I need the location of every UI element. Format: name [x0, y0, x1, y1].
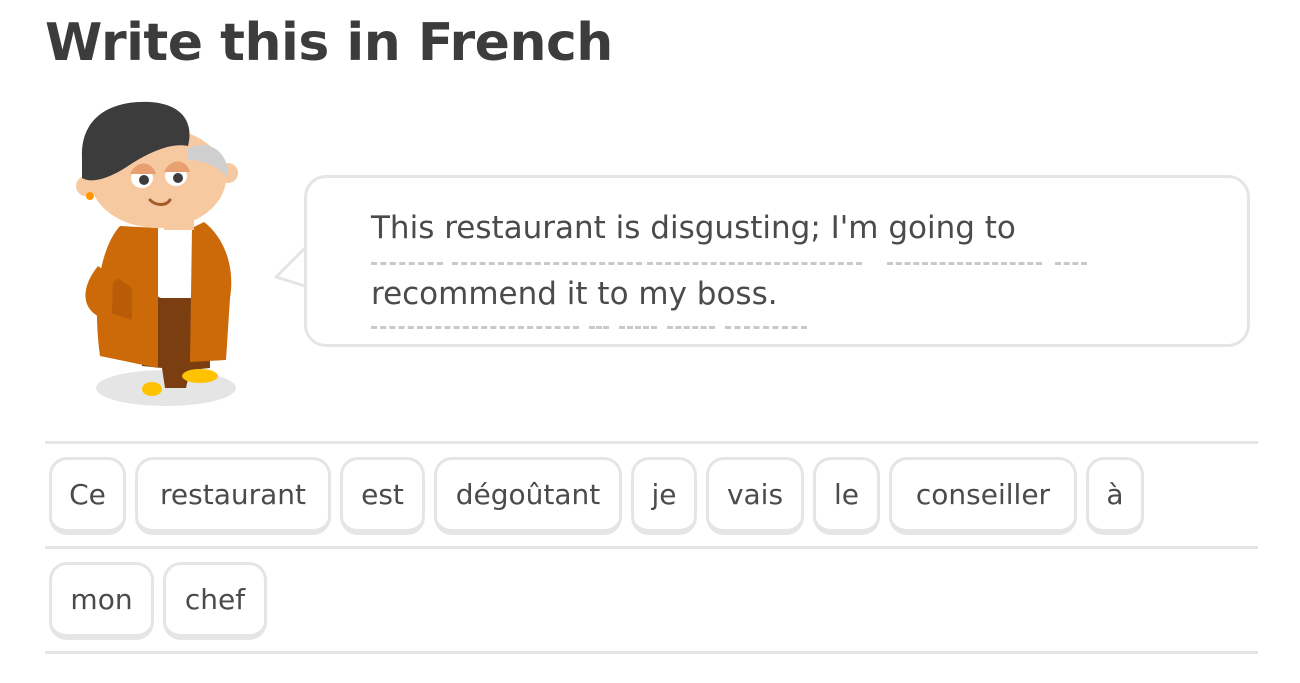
prompt-text-line-1[interactable]: This restaurant is disgusting; I'm going… — [371, 208, 1016, 248]
word-tile[interactable]: restaurant — [135, 457, 331, 535]
hint-underline — [371, 262, 443, 265]
page-title: Write this in French — [45, 13, 613, 73]
prompt-text-line-2[interactable]: recommend it to my boss. — [371, 274, 778, 314]
word-tile[interactable]: est — [340, 457, 425, 535]
character-lily-icon — [76, 101, 238, 406]
answer-line — [45, 441, 1258, 444]
hint-underline — [371, 326, 579, 329]
hint-underline — [725, 326, 807, 329]
speech-bubble: This restaurant is disgusting; I'm going… — [272, 175, 1258, 353]
hint-underline — [887, 262, 1042, 265]
hint-underline — [667, 326, 715, 329]
word-tile[interactable]: chef — [163, 562, 267, 640]
hint-underline — [589, 326, 609, 329]
speech-bubble-body: This restaurant is disgusting; I'm going… — [304, 175, 1250, 347]
hint-underline — [1055, 262, 1087, 265]
word-tile[interactable]: dégoûtant — [434, 457, 622, 535]
hint-underline — [647, 262, 862, 265]
answer-line — [45, 546, 1258, 549]
word-tile[interactable]: à — [1086, 457, 1144, 535]
word-tile[interactable]: Ce — [49, 457, 126, 535]
word-tile[interactable]: vais — [706, 457, 804, 535]
word-tile[interactable]: conseiller — [889, 457, 1077, 535]
hint-underline — [452, 262, 642, 265]
word-tile[interactable]: je — [631, 457, 697, 535]
word-tile[interactable]: le — [813, 457, 880, 535]
hint-underline — [619, 326, 657, 329]
character-illustration — [70, 98, 250, 413]
word-tile[interactable]: mon — [49, 562, 154, 640]
answer-line — [45, 651, 1258, 654]
